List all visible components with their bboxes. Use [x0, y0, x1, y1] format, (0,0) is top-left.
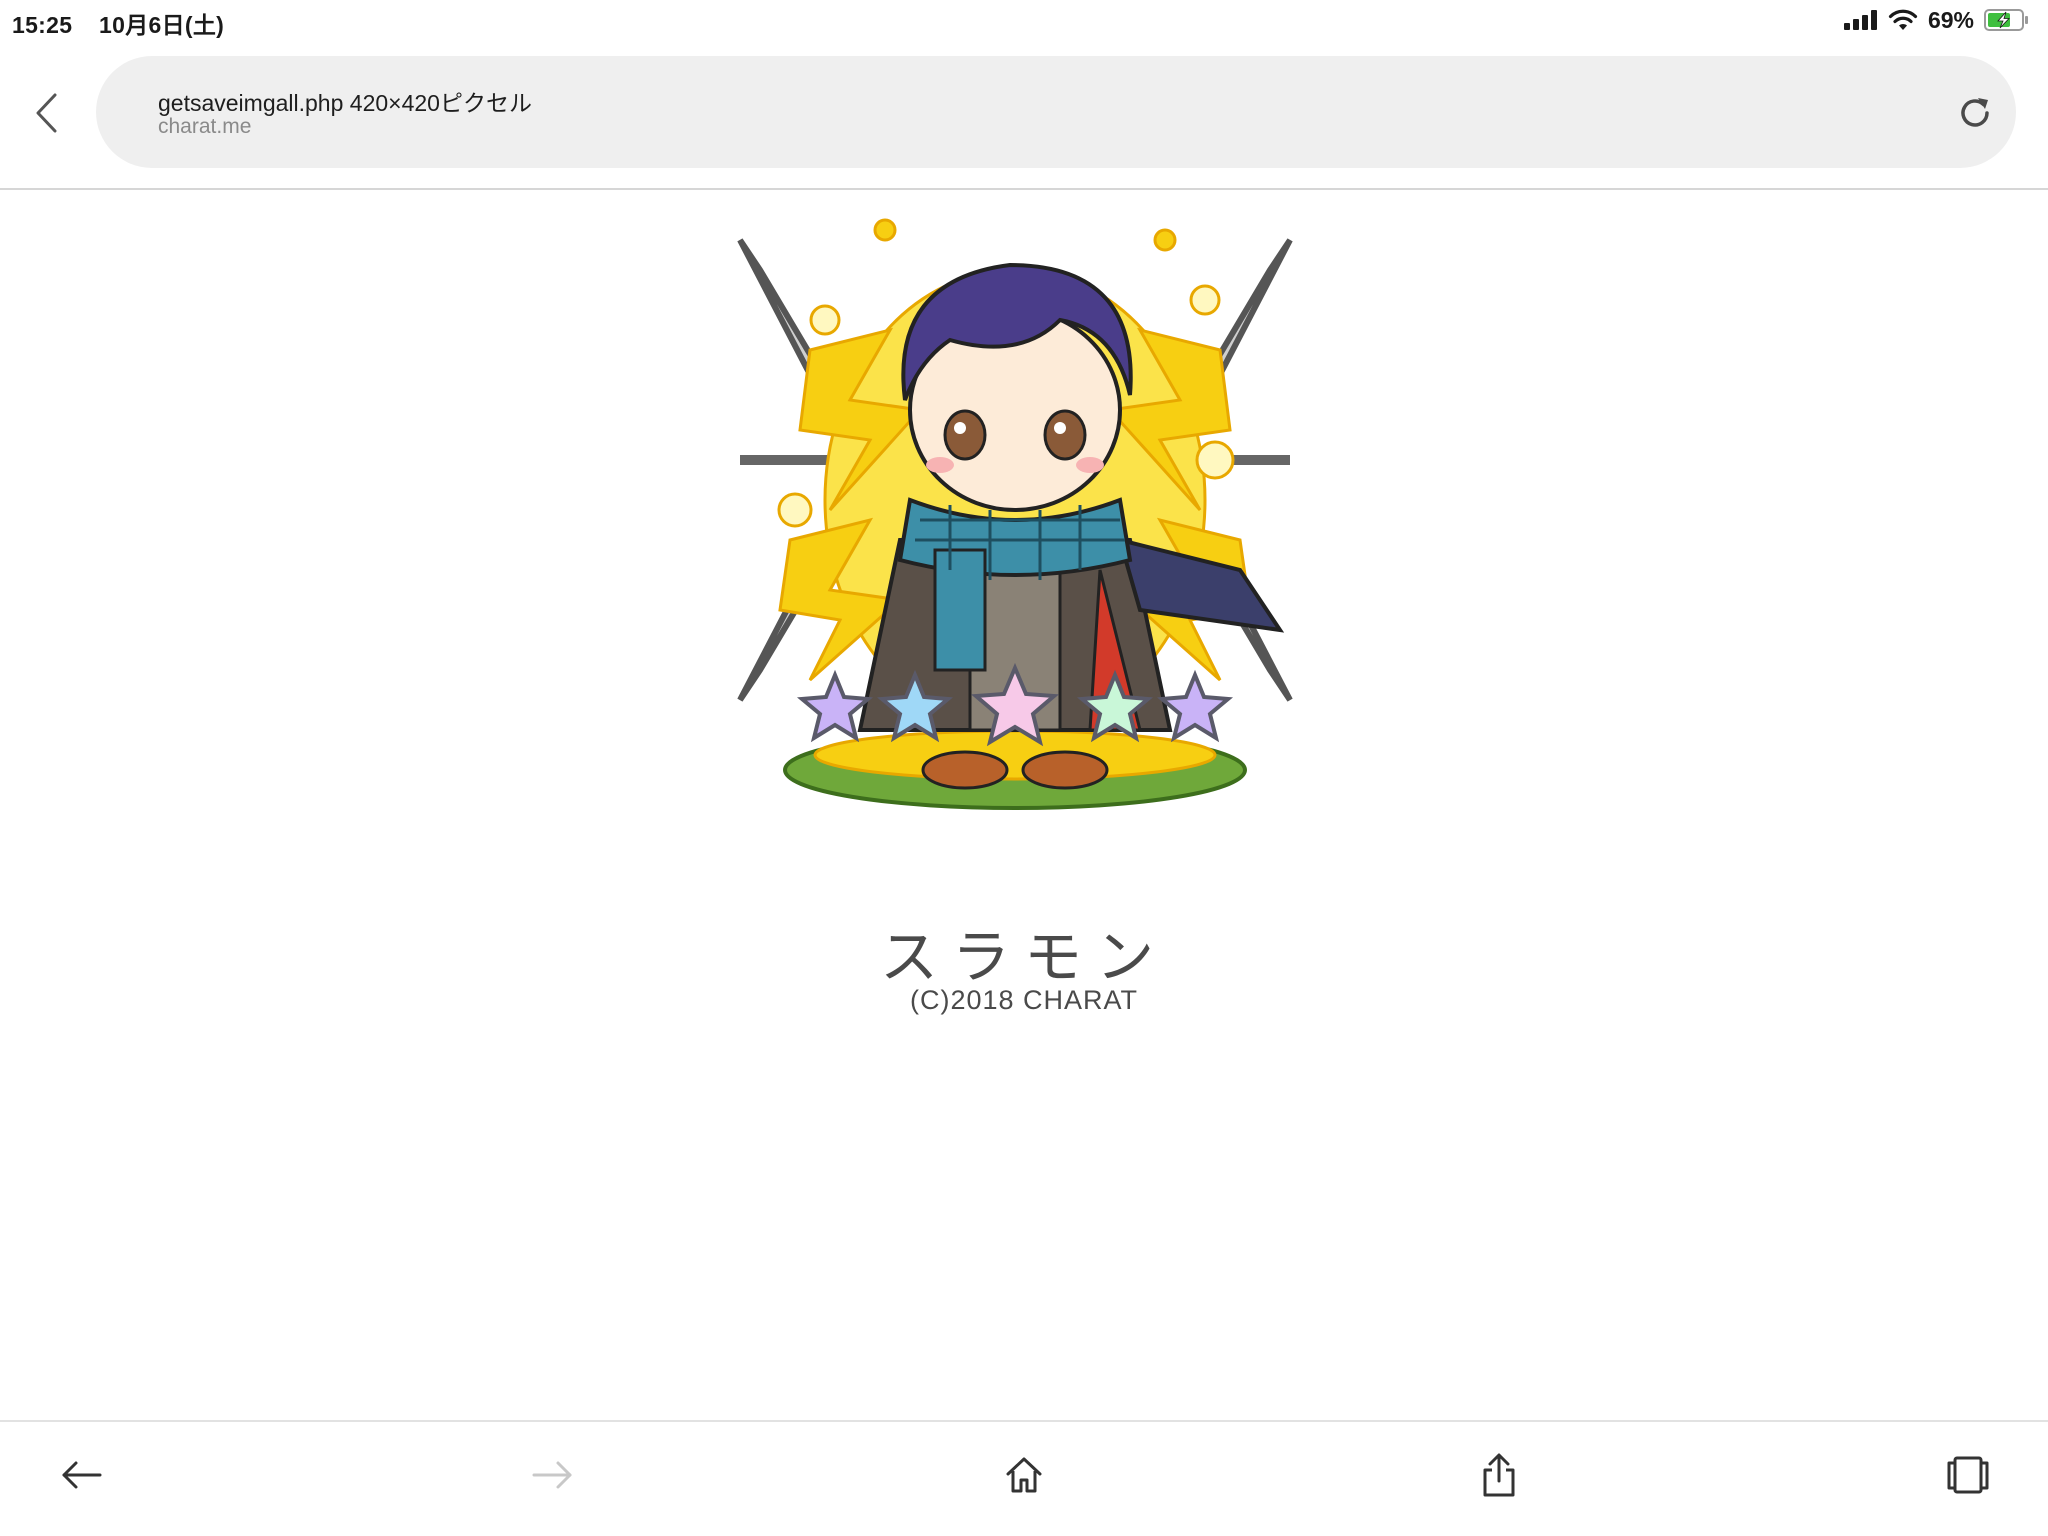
reload-icon: [1961, 98, 1989, 127]
forward-button[interactable]: [528, 1450, 578, 1500]
status-time: 15:25: [12, 12, 73, 38]
share-button[interactable]: [1474, 1450, 1524, 1500]
address-area: getsaveimgall.php 420×420ピクセル charat.me: [0, 40, 2048, 190]
star-5: [1156, 669, 1234, 743]
share-icon: [1483, 1453, 1515, 1497]
reload-button[interactable]: [1954, 92, 1996, 134]
wifi-icon: [1888, 9, 1918, 30]
url-bar[interactable]: getsaveimgall.php 420×420ピクセル charat.me: [96, 56, 2016, 168]
page-title: getsaveimgall.php 420×420ピクセル: [158, 90, 532, 116]
status-bar: 15:25 10月6日(土) 69%: [0, 0, 2048, 40]
back-button[interactable]: [56, 1450, 106, 1500]
page-host: charat.me: [158, 115, 252, 138]
character-image: [737, 218, 1293, 810]
home-button[interactable]: [999, 1450, 1049, 1500]
home-icon: [1006, 1457, 1042, 1493]
character-name: スラモン: [879, 925, 1168, 990]
character-copyright: (C)2018 CHARAT: [909, 985, 1139, 1015]
forward-arrow-icon: [532, 1461, 572, 1489]
character-head: [901, 262, 1133, 512]
battery-percent: 69%: [1927, 6, 1974, 33]
status-indicators: 69%: [1843, 5, 2030, 35]
tabs-button[interactable]: [1943, 1450, 1993, 1500]
tabs-icon: [1947, 1456, 1989, 1494]
back-chevron-icon[interactable]: [28, 86, 64, 140]
bottom-toolbar: [0, 1420, 2048, 1536]
status-date: 10月6日(土): [99, 12, 225, 38]
signal-icon: [1843, 10, 1877, 30]
page-content: スラモン (C)2018 CHARAT: [0, 190, 2048, 1420]
battery-charging-icon: [1984, 9, 2028, 31]
star-1: [796, 669, 874, 743]
status-time-date: 15:25 10月6日(土): [12, 6, 244, 40]
back-arrow-icon: [62, 1461, 102, 1489]
